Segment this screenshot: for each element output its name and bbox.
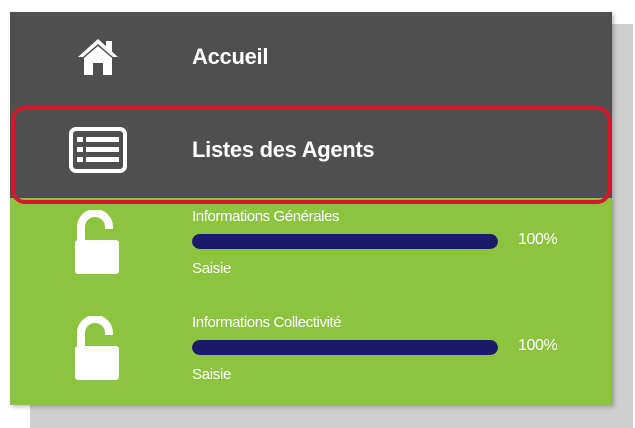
list-icon xyxy=(68,125,128,175)
section-status: Saisie xyxy=(192,260,232,277)
section-informations-collectivite[interactable]: Informations Collectivité 100% Saisie xyxy=(10,304,612,404)
progress-bar-fill xyxy=(192,234,498,249)
section-status-list: Informations Générales 100% Saisie Infor… xyxy=(10,198,612,405)
section-informations-generales[interactable]: Informations Générales 100% Saisie xyxy=(10,198,612,298)
progress-bar xyxy=(192,340,498,355)
section-title: Informations Générales xyxy=(192,208,340,225)
nav-item-label: Accueil xyxy=(192,44,269,69)
unlock-icon xyxy=(72,209,122,278)
section-title: Informations Collectivité xyxy=(192,314,342,331)
unlock-icon xyxy=(72,315,122,384)
progress-percent: 100% xyxy=(518,337,558,354)
progress-bar-fill xyxy=(192,340,498,355)
progress-percent: 100% xyxy=(518,231,558,248)
progress-bar xyxy=(192,234,498,249)
nav-item-label: Listes des Agents xyxy=(192,137,375,162)
nav-item-accueil[interactable]: Accueil xyxy=(10,12,612,102)
nav-item-listes-agents[interactable]: Listes des Agents xyxy=(10,102,612,198)
section-status: Saisie xyxy=(192,366,232,383)
sidebar-menu: Accueil Listes des Agents Informations G… xyxy=(10,12,612,405)
home-icon xyxy=(68,32,128,82)
